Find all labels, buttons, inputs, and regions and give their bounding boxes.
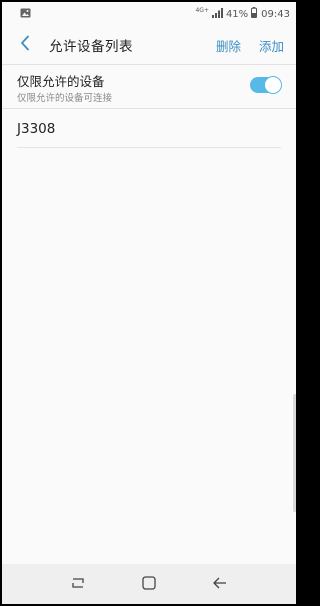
navigation-bar [2, 564, 296, 604]
status-bar: 4G+ 41% 09:43 [2, 2, 296, 26]
battery-percent: 41% [225, 8, 249, 20]
page-title: 允许设备列表 [49, 39, 133, 55]
screen: 4G+ 41% 09:43 允许设备列表 删除 添加 仅限允许的设备 仅限允许的… [2, 2, 296, 604]
edge-panel-handle[interactable] [293, 394, 296, 512]
home-button[interactable] [129, 566, 169, 602]
network-type-label: 4G+ [195, 7, 209, 14]
recent-apps-icon [70, 575, 86, 594]
back-nav-button[interactable] [200, 566, 240, 602]
divider [17, 147, 281, 148]
list-item[interactable]: J3308 [2, 109, 296, 147]
setting-title: 仅限允许的设备 [17, 74, 105, 89]
back-button[interactable] [5, 26, 45, 64]
allowed-only-switch[interactable] [250, 76, 282, 94]
recent-apps-button[interactable] [58, 566, 98, 602]
add-button[interactable]: 添加 [250, 36, 296, 55]
chevron-left-icon [20, 35, 30, 55]
signal-icon [211, 7, 223, 21]
setting-subtitle: 仅限允许的设备可连接 [17, 93, 113, 104]
battery-icon [251, 7, 258, 21]
delete-button[interactable]: 删除 [207, 36, 250, 55]
clock: 09:43 [261, 8, 290, 20]
allowed-only-setting[interactable]: 仅限允许的设备 仅限允许的设备可连接 [2, 65, 296, 107]
back-icon [212, 575, 228, 594]
home-icon [142, 575, 156, 594]
switch-knob [264, 76, 282, 94]
device-name: J3308 [17, 121, 56, 137]
photo-notification-icon [20, 8, 31, 21]
app-bar: 允许设备列表 删除 添加 [2, 26, 296, 64]
